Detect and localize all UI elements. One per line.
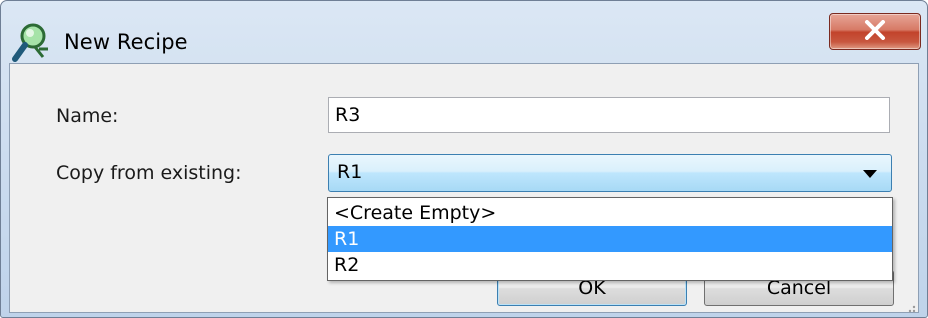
- close-button[interactable]: [829, 13, 921, 50]
- dropdown-option-r1[interactable]: R1: [328, 226, 892, 252]
- dialog-title: New Recipe: [64, 30, 188, 54]
- close-icon: [864, 19, 886, 44]
- copy-from-combobox[interactable]: R1: [328, 154, 892, 192]
- name-input[interactable]: R3: [328, 97, 890, 133]
- title-bar[interactable]: New Recipe: [1, 1, 927, 65]
- dropdown-option-create-empty[interactable]: <Create Empty>: [328, 200, 892, 226]
- resize-grip-icon[interactable]: [904, 298, 916, 313]
- chevron-down-icon[interactable]: [863, 170, 877, 178]
- copy-from-label: Copy from existing:: [56, 162, 242, 184]
- new-recipe-dialog: New Recipe Name: R3 Copy from existing: …: [0, 0, 928, 318]
- dropdown-option-r2[interactable]: R2: [328, 252, 892, 278]
- copy-from-dropdown-list: <Create Empty> R1 R2: [327, 197, 893, 281]
- name-label: Name:: [56, 105, 119, 127]
- combobox-selected-value: R1: [337, 161, 363, 183]
- magnifier-icon: [11, 21, 57, 65]
